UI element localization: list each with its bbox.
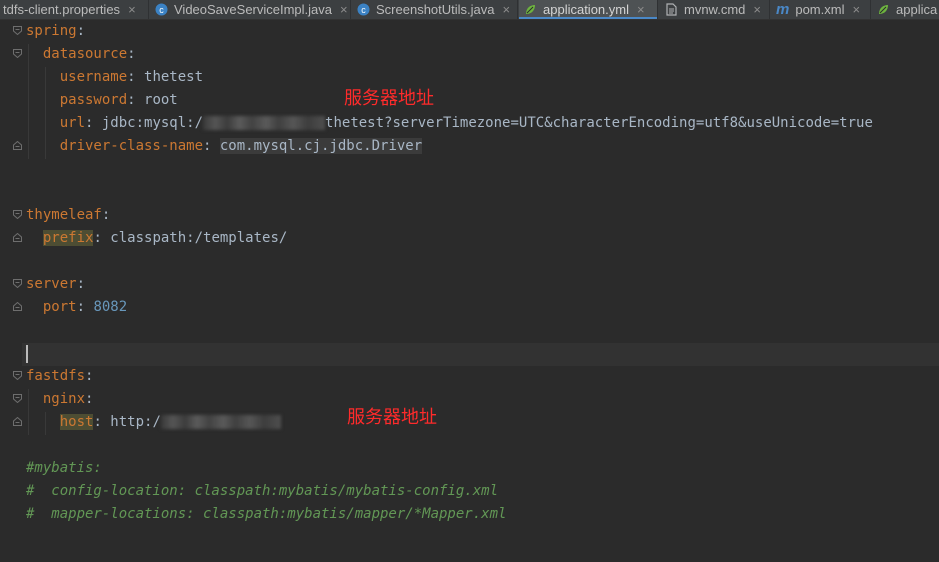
annotation-server-address: 服务器地址 — [347, 407, 437, 428]
tab-tdfs-client-properties[interactable]: tdfs-client.properties × — [0, 0, 149, 19]
yaml-key: nginx — [42, 391, 86, 407]
tab-label: application.yml — [543, 2, 629, 17]
yaml-value: classpath:/templates/ — [110, 230, 288, 246]
yaml-value: thetest?serverTimezone=UTC&characterEnco… — [325, 115, 873, 131]
code-line[interactable]: url: jdbc:mysql:/thetest?serverTimezone=… — [26, 112, 873, 135]
redacted-address — [203, 116, 326, 130]
yaml-key: url — [59, 115, 86, 131]
fold-close-icon[interactable] — [13, 141, 22, 150]
close-icon[interactable]: × — [503, 2, 511, 17]
tab-videosaveserviceimpl[interactable]: c VideoSaveServiceImpl.java × — [150, 0, 351, 19]
yaml-number: 8082 — [93, 299, 128, 315]
tab-label: ScreenshotUtils.java — [376, 2, 495, 17]
fold-open-icon[interactable] — [13, 26, 22, 35]
java-class-icon: c — [357, 3, 370, 16]
close-icon[interactable]: × — [637, 2, 645, 17]
code-comment[interactable]: # mapper-locations: classpath:mybatis/ma… — [26, 503, 506, 526]
code-line[interactable]: driver-class-name: com.mysql.cj.jdbc.Dri… — [26, 135, 423, 158]
code-line[interactable]: server: — [26, 273, 85, 296]
close-icon[interactable]: × — [128, 2, 136, 17]
tab-label: applica — [896, 2, 938, 17]
fold-close-icon[interactable] — [13, 302, 22, 311]
code-line[interactable]: spring: — [26, 20, 85, 43]
annotation-server-address: 服务器地址 — [344, 88, 434, 109]
yaml-key: host — [59, 414, 94, 430]
fold-open-icon[interactable] — [13, 394, 22, 403]
tab-label: mvnw.cmd — [684, 2, 746, 17]
tab-label: pom.xml — [795, 2, 845, 17]
code-line[interactable]: prefix: classpath:/templates/ — [26, 227, 287, 250]
yaml-value: http:/ — [110, 414, 161, 430]
tab-pom-xml[interactable]: m pom.xml × — [771, 0, 871, 19]
code-line[interactable]: datasource: — [26, 43, 136, 66]
svg-text:c: c — [361, 5, 366, 15]
yaml-key: prefix — [42, 230, 94, 246]
yaml-key: spring — [26, 23, 77, 39]
yaml-key: fastdfs — [26, 368, 86, 384]
code-line[interactable]: username: thetest — [26, 66, 203, 89]
java-class-icon: c — [155, 3, 168, 16]
tab-application-yml[interactable]: application.yml × — [519, 0, 658, 19]
editor-tab-bar: tdfs-client.properties × c VideoSaveServ… — [0, 0, 939, 20]
code-line[interactable]: port: 8082 — [26, 296, 127, 319]
code-line[interactable]: nginx: — [26, 388, 94, 411]
yaml-key: username — [59, 69, 128, 85]
maven-icon: m — [776, 1, 790, 18]
fold-open-icon[interactable] — [13, 371, 22, 380]
current-line-highlight — [22, 343, 939, 366]
fold-open-icon[interactable] — [13, 210, 22, 219]
code-line[interactable]: thymeleaf: — [26, 204, 110, 227]
close-icon[interactable]: × — [340, 2, 348, 17]
code-comment[interactable]: # config-location: classpath:mybatis/myb… — [26, 480, 498, 503]
fold-close-icon[interactable] — [13, 233, 22, 242]
close-icon[interactable]: × — [753, 2, 761, 17]
yaml-key: port — [42, 299, 77, 315]
tab-mvnw-cmd[interactable]: mvnw.cmd × — [660, 0, 770, 19]
code-comment[interactable]: #mybatis: — [26, 457, 102, 480]
yaml-value: com.mysql.cj.jdbc.Driver — [219, 138, 423, 154]
tab-applica[interactable]: applica — [872, 0, 939, 19]
yaml-value: root — [144, 92, 178, 108]
code-line[interactable]: host: http:/ — [26, 411, 281, 434]
tab-label: VideoSaveServiceImpl.java — [174, 2, 333, 17]
code-line[interactable]: fastdfs: — [26, 365, 93, 388]
spring-leaf-icon — [526, 5, 535, 14]
yaml-key: thymeleaf — [26, 207, 102, 223]
spring-leaf-icon — [879, 5, 888, 14]
tab-label: tdfs-client.properties — [3, 2, 121, 17]
fold-open-icon[interactable] — [13, 279, 22, 288]
yaml-key: password — [59, 92, 128, 108]
yaml-key: server — [26, 276, 77, 292]
yaml-value: thetest — [144, 69, 204, 85]
close-icon[interactable]: × — [852, 2, 860, 17]
fold-open-icon[interactable] — [13, 49, 22, 58]
yaml-value: jdbc:mysql:/ — [101, 115, 204, 131]
svg-text:c: c — [159, 5, 164, 15]
yaml-key: driver-class-name — [59, 138, 204, 154]
yaml-key: datasource — [42, 46, 128, 62]
redacted-address — [160, 415, 281, 429]
text-file-icon — [666, 3, 677, 16]
ide-window: tdfs-client.properties × c VideoSaveServ… — [0, 0, 939, 562]
editor-gutter — [0, 20, 22, 562]
code-line[interactable]: password: root — [26, 89, 178, 112]
tab-screenshotutils[interactable]: c ScreenshotUtils.java × — [352, 0, 518, 19]
fold-close-icon[interactable] — [13, 417, 22, 426]
text-caret — [26, 345, 28, 363]
